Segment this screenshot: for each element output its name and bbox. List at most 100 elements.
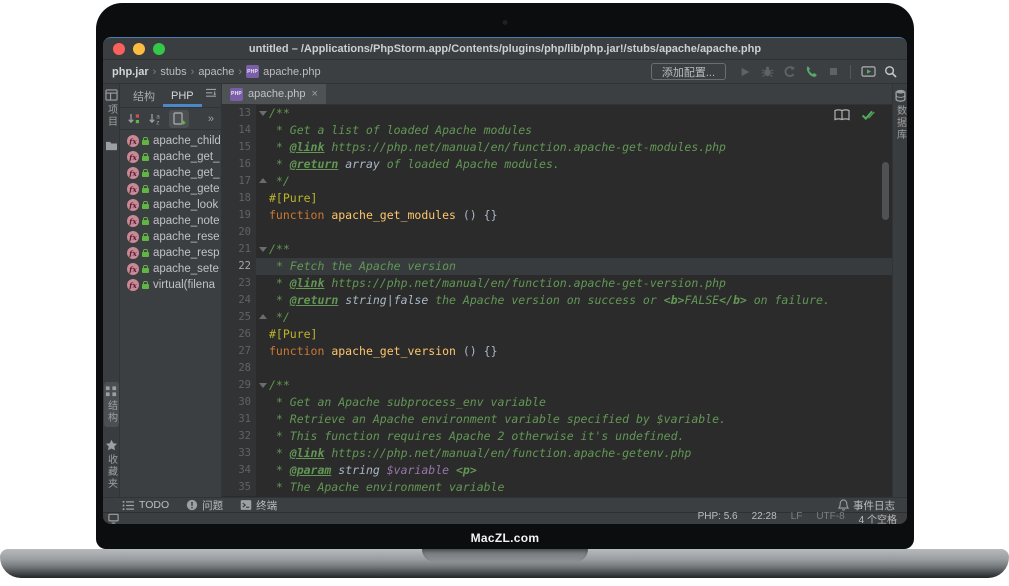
line-number[interactable]: 33 <box>222 445 256 462</box>
code-line[interactable]: 20 <box>222 224 892 241</box>
line-number[interactable]: 19 <box>222 207 256 224</box>
structure-list-item[interactable]: fxapache_note <box>120 213 221 229</box>
line-number[interactable]: 22 <box>222 258 256 275</box>
bottom-bar-item-终端[interactable]: 终端 <box>240 498 277 513</box>
stripe-button-结构[interactable]: 结构 <box>104 382 119 427</box>
add-configuration-button[interactable]: 添加配置... <box>651 63 726 80</box>
run-anything-icon[interactable] <box>859 63 877 81</box>
stripe-button-数据库[interactable]: 数据库 <box>894 89 907 141</box>
code-line[interactable]: 34 * @param string $variable <p> <box>222 462 892 479</box>
bottom-bar-item-问题[interactable]: 问题 <box>186 498 223 513</box>
structure-list-item[interactable]: fxapache_gete <box>120 181 221 197</box>
stripe-button-folder-icon[interactable] <box>105 140 118 151</box>
structure-list-item[interactable]: fxapache_get_ <box>120 149 221 165</box>
close-tab-icon[interactable]: × <box>312 89 318 100</box>
line-number[interactable]: 13 <box>222 105 256 122</box>
minimize-window-button[interactable] <box>133 43 145 55</box>
filter-plus-icon[interactable] <box>169 110 189 128</box>
code-line[interactable]: 31 * Retrieve an Apache environment vari… <box>222 411 892 428</box>
search-everywhere-icon[interactable] <box>881 63 899 81</box>
line-number[interactable]: 26 <box>222 326 256 343</box>
code-line[interactable]: 15 * @link https://php.net/manual/en/fun… <box>222 139 892 156</box>
breadcrumb-item[interactable]: apache <box>198 66 234 78</box>
code-line[interactable]: 16 * @return array of loaded Apache modu… <box>222 156 892 173</box>
bottom-bar-item-todo[interactable]: TODO <box>122 498 169 513</box>
code-line[interactable]: 14 * Get a list of loaded Apache modules <box>222 122 892 139</box>
line-number[interactable]: 20 <box>222 224 256 241</box>
view-options-icon[interactable] <box>205 84 221 102</box>
structure-list-item[interactable]: fxapache_child <box>120 133 221 149</box>
structure-list-item[interactable]: fxapache_get_ <box>120 165 221 181</box>
status-segment[interactable]: UTF-8 <box>816 511 844 524</box>
code-line[interactable]: 27function apache_get_version () {} <box>222 343 892 360</box>
fold-marker[interactable] <box>256 241 269 258</box>
line-number[interactable]: 30 <box>222 394 256 411</box>
code-line[interactable]: 24 * @return string|false the Apache ver… <box>222 292 892 309</box>
code-line[interactable]: 33 * @link https://php.net/manual/en/fun… <box>222 445 892 462</box>
breadcrumb-item[interactable]: PHPapache.php <box>246 65 321 78</box>
run-icon[interactable] <box>736 63 754 81</box>
fold-marker[interactable] <box>256 309 269 326</box>
code-line[interactable]: 26#[Pure] <box>222 326 892 343</box>
sort-alpha-icon[interactable]: az <box>148 110 162 128</box>
line-number[interactable]: 35 <box>222 479 256 496</box>
code-editor[interactable]: 13/**14 * Get a list of loaded Apache mo… <box>222 105 892 497</box>
line-number[interactable]: 34 <box>222 462 256 479</box>
code-line[interactable]: 21/** <box>222 241 892 258</box>
status-segment[interactable]: LF <box>791 511 803 524</box>
structure-list-item[interactable]: fxvirtual(filena <box>120 277 221 293</box>
structure-list-item[interactable]: fxapache_resp <box>120 245 221 261</box>
coverage-icon[interactable] <box>780 63 798 81</box>
more-actions-chevron[interactable]: » <box>208 113 214 125</box>
structure-tab-结构[interactable]: 结构 <box>125 84 163 107</box>
fold-marker[interactable] <box>256 105 269 122</box>
code-line[interactable]: 35 * The Apache environment variable <box>222 479 892 496</box>
code-line[interactable]: 19function apache_get_modules () {} <box>222 207 892 224</box>
sort-visibility-icon[interactable] <box>127 110 141 128</box>
structure-list-item[interactable]: fxapache_sete <box>120 261 221 277</box>
fold-marker[interactable] <box>256 377 269 394</box>
code-line[interactable]: 29/** <box>222 377 892 394</box>
inspections-ok-icon[interactable] <box>861 109 875 121</box>
line-number[interactable]: 28 <box>222 360 256 377</box>
close-window-button[interactable] <box>113 43 125 55</box>
stop-icon[interactable] <box>824 63 842 81</box>
line-number[interactable]: 16 <box>222 156 256 173</box>
status-segment[interactable]: 22:28 <box>752 511 777 524</box>
line-number[interactable]: 21 <box>222 241 256 258</box>
debug-icon[interactable] <box>758 63 776 81</box>
line-number[interactable]: 32 <box>222 428 256 445</box>
line-number[interactable]: 17 <box>222 173 256 190</box>
code-line[interactable]: 13/** <box>222 105 892 122</box>
code-line[interactable]: 17 */ <box>222 173 892 190</box>
structure-list-item[interactable]: fxapache_look <box>120 197 221 213</box>
breadcrumb-item[interactable]: php.jar <box>112 66 149 78</box>
line-number[interactable]: 23 <box>222 275 256 292</box>
structure-tab-php[interactable]: PHP <box>163 84 202 107</box>
code-line[interactable]: 30 * Get an Apache subprocess_env variab… <box>222 394 892 411</box>
line-number[interactable]: 31 <box>222 411 256 428</box>
stripe-button-收藏夹[interactable]: 收藏夹 <box>105 439 118 490</box>
line-number[interactable]: 24 <box>222 292 256 309</box>
structure-list-item[interactable]: fxapache_rese <box>120 229 221 245</box>
line-number[interactable]: 29 <box>222 377 256 394</box>
line-number[interactable]: 15 <box>222 139 256 156</box>
line-number[interactable]: 18 <box>222 190 256 207</box>
fold-marker[interactable] <box>256 173 269 190</box>
zoom-window-button[interactable] <box>153 43 165 55</box>
editor-tab-apache-php[interactable]: PHP apache.php × <box>222 84 326 104</box>
line-number[interactable]: 14 <box>222 122 256 139</box>
code-line[interactable]: 22 * Fetch the Apache version <box>222 258 892 275</box>
code-line[interactable]: 23 * @link https://php.net/manual/en/fun… <box>222 275 892 292</box>
code-line[interactable]: 25 */ <box>222 309 892 326</box>
code-line[interactable]: 28 <box>222 360 892 377</box>
editor-scrollbar-thumb[interactable] <box>882 162 889 220</box>
status-segment[interactable]: PHP: 5.6 <box>698 511 738 524</box>
line-number[interactable]: 27 <box>222 343 256 360</box>
breadcrumb-item[interactable]: stubs <box>160 66 186 78</box>
code-line[interactable]: 32 * This function requires Apache 2 oth… <box>222 428 892 445</box>
phone-debug-icon[interactable] <box>802 63 820 81</box>
reader-mode-icon[interactable] <box>834 109 850 121</box>
status-segment[interactable]: 4 个空格 <box>859 511 897 524</box>
toolwindow-toggle-icon[interactable] <box>108 513 119 524</box>
